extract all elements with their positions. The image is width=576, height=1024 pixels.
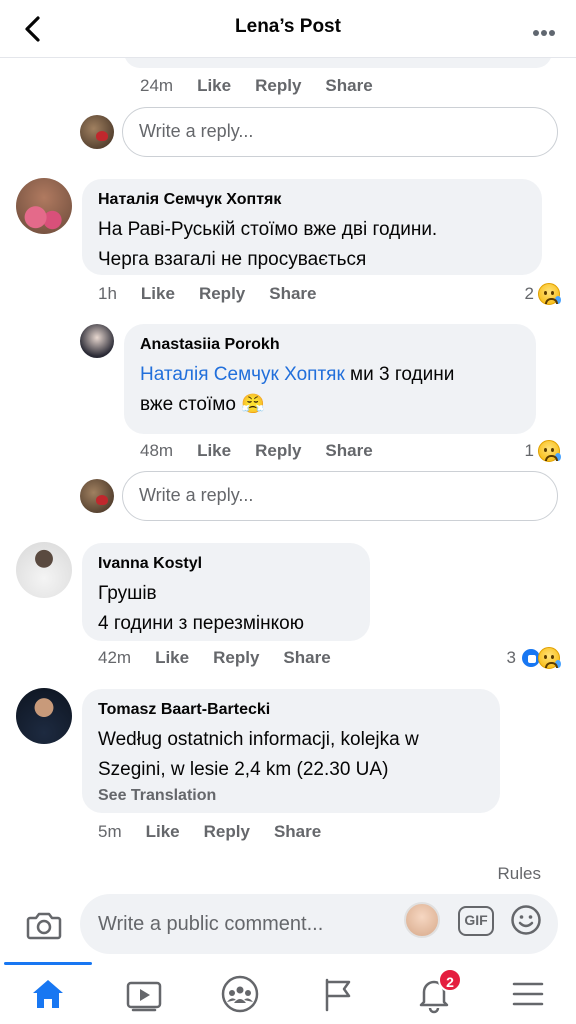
reply-composer: Write a reply...: [80, 471, 560, 521]
avatar[interactable]: [16, 542, 72, 598]
reaction-summary[interactable]: 3: [506, 647, 561, 669]
comment-bubble: Наталія Семчук Хоптяк На Раві-Руській ст…: [82, 179, 542, 275]
gif-button[interactable]: GIF: [458, 906, 494, 936]
page-title: Lena’s Post: [235, 16, 341, 37]
comment-actions: 42m Like Reply Share: [98, 648, 355, 668]
comments-feed[interactable]: 24m Like Reply Share Write a reply... На…: [0, 58, 576, 850]
reply-button[interactable]: Reply: [213, 648, 259, 668]
comment-text: Według ostatnich informacji, kolejka w S…: [98, 729, 419, 780]
tab-home[interactable]: [28, 974, 68, 1014]
comment-time: 24m: [140, 76, 174, 95]
active-tab-indicator: [4, 962, 92, 965]
reaction-summary[interactable]: 1: [524, 440, 561, 462]
comment-actions: 1h Like Reply Share: [98, 284, 341, 304]
avatar[interactable]: [16, 178, 72, 234]
tab-groups[interactable]: [220, 974, 260, 1014]
reply-button[interactable]: Reply: [255, 76, 301, 96]
tab-watch[interactable]: [124, 974, 164, 1014]
like-button[interactable]: Like: [155, 648, 189, 668]
camera-icon: [26, 912, 62, 940]
reaction-summary[interactable]: 2: [524, 283, 561, 305]
share-button[interactable]: Share: [283, 648, 330, 668]
like-button[interactable]: Like: [197, 441, 231, 461]
reply-input[interactable]: Write a reply...: [122, 471, 558, 521]
comment-composer: Write a public comment... GIF: [0, 890, 576, 960]
video-icon: [126, 981, 162, 1012]
avatar-sticker-button[interactable]: [404, 902, 440, 938]
home-icon: [33, 980, 63, 1008]
previous-comment-bubble: [124, 58, 552, 68]
comment-author[interactable]: Tomasz Baart-Bartecki: [98, 701, 484, 719]
reply-button[interactable]: Reply: [204, 822, 250, 842]
comment-author[interactable]: Ivanna Kostyl: [98, 555, 354, 573]
reply-button[interactable]: Reply: [255, 441, 301, 461]
mention-link[interactable]: Наталія Семчук Хоптяк: [140, 364, 345, 385]
reply-button[interactable]: Reply: [199, 284, 245, 304]
more-horizontal-icon: [533, 30, 555, 36]
comment-actions: 5m Like Reply Share: [98, 822, 345, 842]
share-button[interactable]: Share: [269, 284, 316, 304]
reply-bubble: Anastasiia Porokh Наталія Семчук Хоптяк …: [124, 324, 536, 434]
more-options-button[interactable]: [532, 24, 556, 36]
tab-menu[interactable]: [508, 974, 548, 1014]
camera-button[interactable]: [26, 908, 62, 942]
reply-input[interactable]: Write a reply...: [122, 107, 558, 157]
top-nav-bar: Lena’s Post: [0, 0, 576, 58]
rules-link[interactable]: Rules: [498, 864, 541, 884]
comment-text: Грушів 4 години з перезмінкою: [98, 583, 304, 634]
notifications-badge: 2: [438, 968, 462, 992]
comment-author[interactable]: Наталія Семчук Хоптяк: [98, 191, 526, 209]
avatar[interactable]: [16, 688, 72, 744]
share-button[interactable]: Share: [274, 822, 321, 842]
comment-author[interactable]: Anastasiia Porokh: [140, 336, 520, 354]
comment-text: На Раві-Руській стоїмо вже дві години. Ч…: [98, 219, 438, 270]
comment-text: Наталія Семчук Хоптяк ми 3 години вже ст…: [140, 364, 455, 415]
tab-pages[interactable]: [318, 974, 358, 1014]
reaction-count: 3: [506, 648, 516, 667]
smiley-icon: [511, 905, 541, 935]
comment-time: 5m: [98, 822, 122, 841]
comment-bubble: Ivanna Kostyl Грушів 4 години з перезмін…: [82, 543, 370, 641]
reply-composer: Write a reply...: [80, 107, 560, 157]
comment-bubble: Tomasz Baart-Bartecki Według ostatnich i…: [82, 689, 500, 813]
groups-icon: [221, 975, 259, 1013]
like-button[interactable]: Like: [197, 76, 231, 96]
comment-actions: 48m Like Reply Share: [140, 441, 397, 461]
comment-time: 42m: [98, 648, 132, 667]
bottom-tab-bar: 2: [0, 960, 576, 1024]
like-button[interactable]: Like: [141, 284, 175, 304]
avatar: [80, 115, 114, 149]
avatar: [80, 479, 114, 513]
see-translation-link[interactable]: See Translation: [98, 787, 484, 805]
emoji-button[interactable]: [510, 904, 542, 936]
like-button[interactable]: Like: [146, 822, 180, 842]
sad-reaction-icon: [538, 283, 561, 305]
menu-icon: [512, 982, 544, 1006]
avatar[interactable]: [80, 324, 114, 358]
comment-time: 48m: [140, 441, 174, 460]
share-button[interactable]: Share: [325, 441, 372, 461]
flag-icon: [325, 978, 351, 1012]
comment-time: 1h: [98, 284, 117, 303]
sad-reaction-icon: [538, 647, 561, 669]
share-button[interactable]: Share: [325, 76, 372, 96]
reaction-count: 2: [524, 284, 534, 303]
sad-reaction-icon: [538, 440, 561, 462]
comment-actions: 24m Like Reply Share: [140, 76, 397, 96]
reaction-count: 1: [524, 441, 534, 460]
